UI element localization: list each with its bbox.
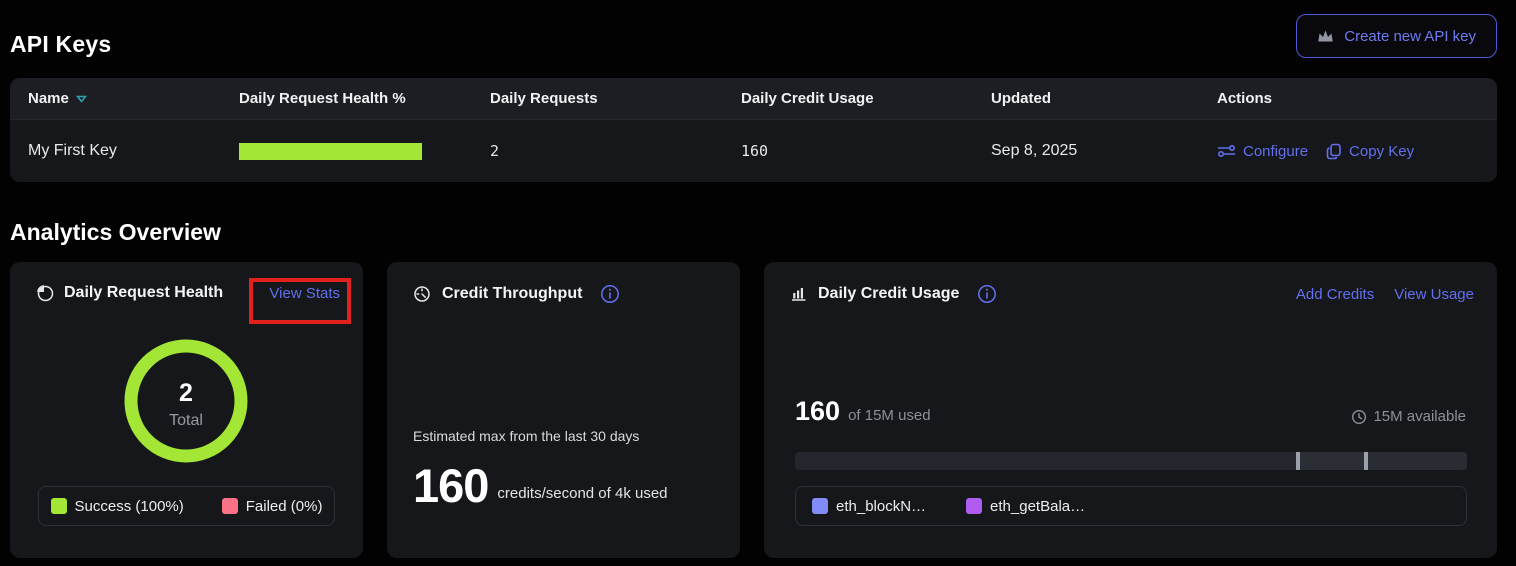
credits-available-label: 15M available [1373,408,1466,425]
request-health-donut-chart: 2 Total [124,339,248,463]
daily-credit-usage-card: Daily Credit Usage Add Credits View Usag… [764,262,1497,558]
throughput-value: 160 [413,462,488,509]
capacity-marker [1364,452,1368,470]
copy-key-label: Copy Key [1349,143,1414,160]
bar-chart-icon [790,285,808,303]
donut-total-label: Total [124,412,248,430]
throughput-note: Estimated max from the last 30 days [413,428,639,444]
crown-icon [1317,29,1334,43]
eth-blocknumber-label: eth_blockN… [836,498,926,515]
column-header-updated: Updated [991,90,1051,107]
card-title-daily-credit-usage: Daily Credit Usage [818,285,959,303]
column-header-daily-requests: Daily Requests [490,90,598,107]
api-key-name: My First Key [28,142,117,160]
column-header-health: Daily Request Health % [239,90,406,107]
daily-credit-usage-value: 160 [741,142,768,160]
health-bar [239,143,422,160]
table-header-row: Name Daily Request Health % Daily Reques… [10,78,1497,119]
eth-blocknumber-swatch [812,498,828,514]
capacity-marker [1296,452,1300,470]
progress-segment-mid [1296,452,1365,470]
health-bar-fill [239,143,422,160]
legend-item-success: Success (100%) [51,498,184,515]
legend-item-failed: Failed (0%) [222,498,323,515]
annotation-highlight-box [249,278,351,324]
daily-requests-value: 2 [490,142,499,160]
clock-icon [1351,409,1367,425]
updated-value: Sep 8, 2025 [991,142,1077,160]
card-title-daily-request-health: Daily Request Health [64,284,223,302]
create-api-key-button[interactable]: Create new API key [1296,14,1497,58]
sliders-icon [1217,144,1236,158]
credit-usage-legend: eth_blockN… eth_getBala… [795,486,1467,526]
throughput-unit: credits/second of 4k used [497,485,667,509]
failed-label: Failed (0%) [246,498,323,515]
table-row: My First Key 2 160 Sep 8, 2025 Conf [10,119,1497,182]
copy-key-link[interactable]: Copy Key [1326,143,1414,160]
column-header-actions: Actions [1217,90,1272,107]
legend-item-eth-getbalance: eth_getBala… [966,498,1085,515]
column-header-daily-credit-usage: Daily Credit Usage [741,90,874,107]
gauge-icon [413,285,432,304]
column-header-name[interactable]: Name [28,90,69,107]
dashboard-page: API Keys Create new API key Name Daily R… [0,0,1516,566]
donut-total-value: 2 [124,379,248,408]
request-health-legend: Success (100%) Failed (0%) [38,486,335,526]
credit-throughput-card: Credit Throughput Estimated max from the… [387,262,740,558]
sort-descending-icon[interactable] [76,95,87,103]
progress-segment-end [1364,452,1467,470]
add-credits-link[interactable]: Add Credits [1296,286,1374,303]
section-title-analytics: Analytics Overview [10,219,221,246]
legend-item-eth-blocknumber: eth_blockN… [812,498,926,515]
eth-getbalance-swatch [966,498,982,514]
eth-getbalance-label: eth_getBala… [990,498,1085,515]
info-icon[interactable] [977,284,997,304]
daily-request-health-card: Daily Request Health View Stats 2 Total … [10,262,363,558]
create-api-key-label: Create new API key [1344,28,1476,45]
failed-swatch [222,498,238,514]
success-label: Success (100%) [75,498,184,515]
credit-usage-progress-bar [795,452,1467,470]
configure-label: Configure [1243,143,1308,160]
card-title-credit-throughput: Credit Throughput [442,285,582,303]
page-title: API Keys [10,31,111,58]
success-swatch [51,498,67,514]
copy-icon [1326,143,1342,160]
credits-used-suffix: of 15M used [848,407,931,424]
api-keys-table: Name Daily Request Health % Daily Reques… [10,78,1497,182]
credits-used-value: 160 [795,398,840,425]
pie-chart-icon [36,284,54,302]
configure-link[interactable]: Configure [1217,143,1308,160]
view-usage-link[interactable]: View Usage [1394,286,1474,303]
info-icon[interactable] [600,284,620,304]
